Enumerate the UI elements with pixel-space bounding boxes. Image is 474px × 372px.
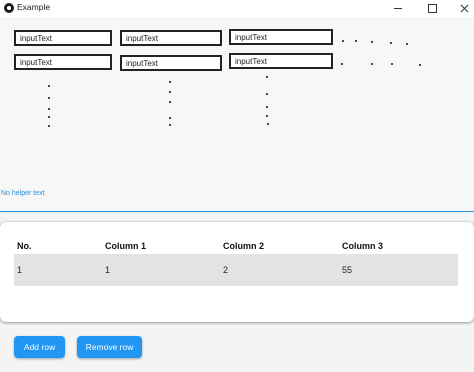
ellipsis-dot bbox=[266, 115, 269, 118]
ellipsis-dot bbox=[390, 42, 393, 45]
ellipsis-dot bbox=[419, 64, 422, 67]
add-row-button[interactable]: Add row bbox=[14, 336, 65, 358]
ellipsis-dot bbox=[48, 97, 51, 100]
column-header[interactable]: Column 2 bbox=[223, 241, 264, 251]
table-cell: 55 bbox=[342, 265, 353, 275]
ellipsis-dot bbox=[169, 91, 172, 94]
ellipsis-dot bbox=[267, 123, 270, 126]
window-title: Example bbox=[17, 2, 51, 12]
ellipsis-dot bbox=[169, 117, 172, 120]
column-header[interactable]: Column 1 bbox=[105, 241, 146, 251]
ellipsis-dot bbox=[266, 93, 269, 96]
title-bar: Example bbox=[0, 0, 474, 17]
ellipsis-dot bbox=[406, 43, 409, 46]
ellipsis-dot bbox=[391, 63, 394, 66]
ellipsis-dot bbox=[169, 124, 172, 127]
input-field-r2c3[interactable]: inputText bbox=[229, 53, 333, 69]
ellipsis-dot bbox=[169, 101, 172, 104]
input-panel: inputText inputText inputText inputText … bbox=[0, 17, 474, 212]
ellipsis-dot bbox=[169, 81, 172, 84]
helper-text: No helper text bbox=[1, 190, 45, 197]
input-field-r2c2[interactable]: inputText bbox=[120, 55, 222, 71]
ellipsis-dot bbox=[371, 41, 374, 44]
minimize-icon[interactable] bbox=[380, 0, 416, 17]
input-field-r2c1[interactable]: inputText bbox=[14, 54, 112, 70]
table-cell: 1 bbox=[105, 265, 111, 275]
ellipsis-dot bbox=[371, 63, 374, 66]
ellipsis-dot bbox=[266, 106, 269, 109]
ellipsis-dot bbox=[48, 85, 51, 88]
ellipsis-dot bbox=[48, 125, 51, 128]
input-field-r1c1[interactable]: inputText bbox=[14, 30, 112, 46]
ellipsis-dot bbox=[355, 40, 358, 43]
ellipsis-dot bbox=[342, 40, 345, 43]
table-card: No. Column 1 Column 2 Column 3 1 1 2 55 bbox=[0, 222, 474, 322]
table-cell: 2 bbox=[223, 265, 229, 275]
ellipsis-dot bbox=[48, 116, 51, 119]
close-icon[interactable] bbox=[446, 0, 474, 17]
table-cell: 1 bbox=[17, 265, 23, 275]
data-table: No. Column 1 Column 2 Column 3 1 1 2 55 bbox=[14, 236, 458, 286]
table-header-row: No. Column 1 Column 2 Column 3 bbox=[14, 236, 458, 254]
ellipsis-dot bbox=[48, 108, 51, 111]
table-row[interactable]: 1 1 2 55 bbox=[14, 254, 458, 286]
app-icon bbox=[4, 3, 14, 13]
input-field-r1c2[interactable]: inputText bbox=[120, 30, 222, 46]
input-field-r1c3[interactable]: inputText bbox=[229, 29, 333, 45]
remove-row-button[interactable]: Remove row bbox=[77, 336, 142, 358]
ellipsis-dot bbox=[341, 63, 344, 66]
ellipsis-dot bbox=[266, 76, 269, 79]
maximize-icon[interactable] bbox=[414, 0, 450, 17]
column-header[interactable]: Column 3 bbox=[342, 241, 383, 251]
app-window: Example inputText inputText inputText in… bbox=[0, 0, 474, 372]
column-header[interactable]: No. bbox=[17, 241, 32, 251]
